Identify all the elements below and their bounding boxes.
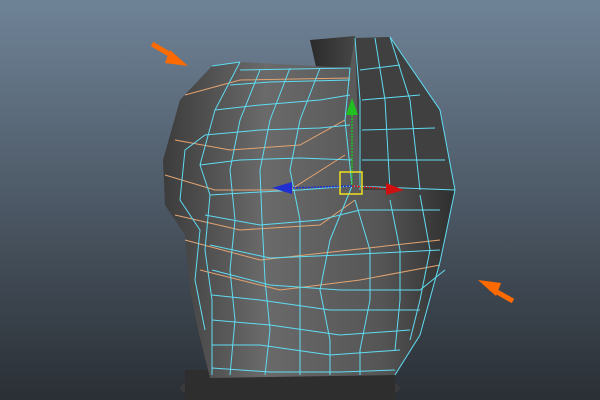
model-mesh[interactable] (163, 36, 456, 400)
3d-viewport[interactable] (0, 0, 600, 400)
viewport-canvas[interactable] (0, 0, 600, 400)
